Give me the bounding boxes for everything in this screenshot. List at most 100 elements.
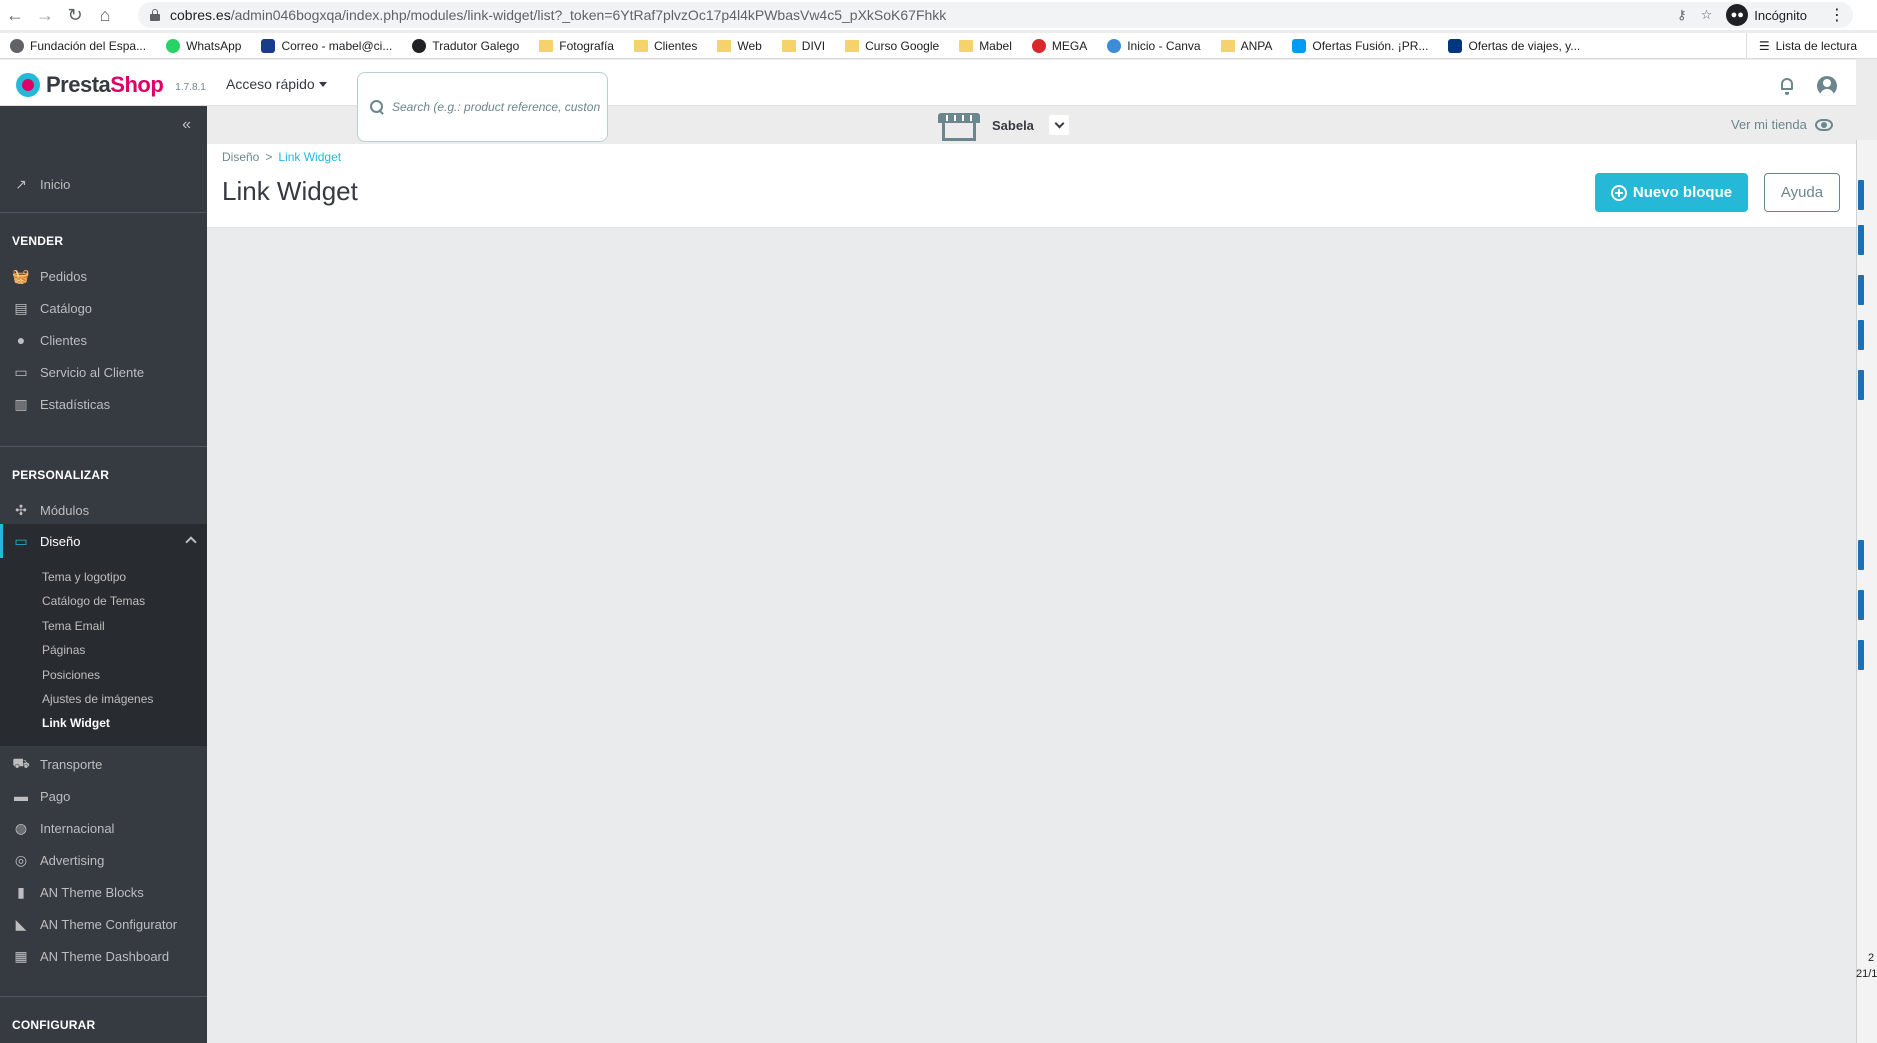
bookmark-item[interactable]: MEGA	[1031, 38, 1087, 53]
reload-icon[interactable]: ↻	[60, 0, 90, 30]
reading-list-button[interactable]: ☰ Lista de lectura	[1745, 33, 1857, 59]
bookmarks-bar: Fundación del Espa... WhatsApp Correo - ma…	[0, 33, 1877, 59]
side-marker	[1858, 180, 1864, 210]
submenu-item-paginas[interactable]: Páginas	[42, 643, 85, 657]
bookmark-item[interactable]: Clientes	[633, 39, 697, 53]
collapse-sidebar-icon[interactable]: «	[182, 116, 191, 134]
submenu-item-posiciones[interactable]: Posiciones	[42, 668, 100, 682]
desktop-icon: ▭	[14, 532, 28, 549]
sidebar-item-servicio[interactable]: ▭ Servicio al Cliente	[0, 356, 207, 388]
bookmark-item[interactable]: DIVI	[781, 39, 825, 53]
bell-icon[interactable]	[1777, 76, 1797, 96]
submenu-item-link-widget[interactable]: Link Widget	[42, 716, 110, 730]
breadcrumb-current[interactable]: Link Widget	[278, 150, 341, 164]
sidebar-item-internacional[interactable]: ◍ Internacional	[0, 812, 207, 844]
target-icon: ◎	[14, 851, 28, 868]
back-arrow-icon[interactable]: ←	[0, 0, 30, 30]
sidebar-item-estadisticas[interactable]: ▥ Estadísticas	[0, 388, 207, 420]
submenu-item-tema-logotipo[interactable]: Tema y logotipo	[42, 570, 126, 584]
section-title-configurar: CONFIGURAR	[12, 1018, 96, 1032]
breadcrumb-parent[interactable]: Diseño	[222, 150, 259, 164]
bookmark-icon: ▮	[17, 883, 25, 900]
sidebar-item-an-theme-dashboard[interactable]: ▦ AN Theme Dashboard	[0, 940, 207, 972]
bookmark-item[interactable]: Curso Google	[845, 39, 939, 53]
logo-shop-text: Shop	[110, 72, 164, 97]
folder-icon	[633, 39, 648, 52]
sidebar-item-an-theme-configurator[interactable]: ◣ AN Theme Configurator	[0, 908, 207, 940]
bookmark-item[interactable]: Ofertas Fusión. ¡PR...	[1292, 38, 1428, 53]
sidebar-item-label: Diseño	[40, 533, 81, 549]
bookmark-label: Fotografía	[559, 38, 614, 53]
bookmark-item[interactable]: Fotografía	[539, 39, 614, 53]
incognito-badge[interactable]: ●● Incógnito	[1726, 4, 1807, 26]
sidebar-item-pago[interactable]: ▬ Pago	[0, 780, 207, 812]
sidebar-item-label: Servicio al Cliente	[40, 364, 145, 380]
basket-icon: 🧺	[12, 267, 30, 284]
fundacion-icon	[10, 38, 24, 53]
search-input[interactable]	[392, 100, 602, 114]
user-avatar-icon[interactable]	[1817, 76, 1837, 96]
sidebar-item-label: Advertising	[40, 852, 105, 868]
help-button[interactable]: Ayuda	[1764, 173, 1840, 212]
sidebar-item-inicio[interactable]: ↗ Inicio	[0, 168, 207, 200]
sidebar-item-label: Clientes	[40, 332, 87, 348]
bookmark-item[interactable]: Web	[717, 39, 762, 53]
side-marker	[1858, 640, 1864, 670]
sidebar-item-clientes[interactable]: ● Clientes	[0, 324, 207, 356]
url-path: /admin046bogxqa/index.php/modules/link-w…	[230, 7, 947, 23]
lock-icon[interactable]	[150, 9, 160, 21]
star-icon[interactable]: ☆	[1701, 7, 1713, 23]
view-store-link[interactable]: Ver mi tienda	[1731, 117, 1833, 132]
search-icon	[370, 100, 384, 114]
forward-arrow-icon[interactable]: →	[30, 0, 60, 30]
prestashop-logo[interactable]: PrestaShop 1.7.8.1	[16, 72, 206, 98]
sidebar-item-catalogo[interactable]: ▤ Catálogo	[0, 292, 207, 324]
key-icon[interactable]: ⚷	[1677, 7, 1687, 23]
sidebar-item-an-theme-blocks[interactable]: ▮ AN Theme Blocks	[0, 876, 207, 908]
bookmark-item[interactable]: Correo - mabel@ci...	[261, 38, 392, 53]
side-marker	[1858, 370, 1864, 400]
version-label: 1.7.8.1	[175, 81, 206, 93]
address-bar[interactable]: cobres.es/admin046bogxqa/index.php/modul…	[138, 2, 1853, 28]
submenu-item-catalogo-temas[interactable]: Catálogo de Temas	[42, 594, 145, 608]
taskbar-clock: 2 21/1	[1856, 950, 1877, 982]
bookmark-label: Fundación del Espa...	[30, 38, 147, 53]
search-box[interactable]	[357, 72, 608, 142]
new-block-button[interactable]: Nuevo bloque	[1595, 173, 1748, 212]
sidebar-item-diseno[interactable]: ▭ Diseño	[0, 524, 207, 558]
section-title-vender: VENDER	[12, 234, 64, 248]
side-marker	[1858, 275, 1864, 305]
sidebar-item-modulos[interactable]: ✣ Módulos	[0, 494, 207, 526]
bookmark-item[interactable]: Ofertas de viajes, y...	[1448, 38, 1580, 53]
submenu-item-tema-email[interactable]: Tema Email	[42, 619, 105, 633]
side-marker	[1858, 540, 1864, 570]
bookmark-item[interactable]: Fundación del Espa...	[10, 38, 147, 53]
sidebar-divider	[0, 212, 207, 213]
shop-dropdown-button[interactable]	[1049, 115, 1069, 135]
sidebar-item-pedidos[interactable]: 🧺 Pedidos	[0, 260, 207, 292]
sidebar-item-label: Pedidos	[40, 268, 87, 284]
sidebar-item-advertising[interactable]: ◎ Advertising	[0, 844, 207, 876]
home-icon[interactable]: ⌂	[90, 0, 120, 30]
sidebar-item-transporte[interactable]: ⛟ Transporte	[0, 748, 207, 780]
credit-card-icon: ▬	[14, 788, 28, 804]
browser-menu-icon[interactable]: ⋮	[1829, 5, 1845, 25]
admin-header: PrestaShop 1.7.8.1 Acceso rápido	[0, 60, 1856, 106]
folder-icon	[717, 39, 732, 52]
breadcrumb: Diseño > Link Widget	[222, 150, 341, 164]
main-content	[207, 228, 1856, 1043]
sidebar-divider	[0, 446, 207, 447]
incognito-label: Incógnito	[1754, 7, 1807, 23]
quick-access-label: Acceso rápido	[226, 76, 315, 92]
bookmark-item[interactable]: Mabel	[959, 39, 1012, 53]
bookmark-item[interactable]: ANPA	[1220, 39, 1272, 53]
side-marker	[1858, 590, 1864, 620]
truck-icon: ⛟	[12, 754, 30, 771]
submenu-item-ajustes-imagenes[interactable]: Ajustes de imágenes	[42, 692, 153, 706]
url-text[interactable]: cobres.es/admin046bogxqa/index.php/modul…	[170, 7, 946, 23]
quick-access-dropdown[interactable]: Acceso rápido	[226, 76, 327, 92]
bookmark-item[interactable]: Tradutor Galego	[412, 38, 519, 53]
bookmark-item[interactable]: WhatsApp	[166, 38, 241, 53]
bookmark-item[interactable]: Inicio - Canva	[1107, 38, 1201, 53]
caret-down-icon	[318, 81, 327, 87]
